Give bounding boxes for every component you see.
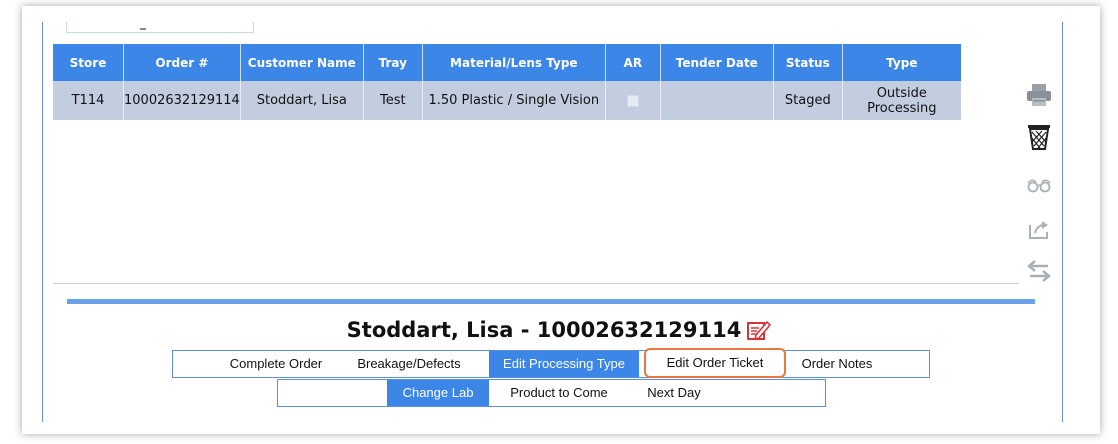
swap-icon[interactable] xyxy=(1024,256,1054,286)
edit-processing-type-button[interactable]: Edit Processing Type xyxy=(489,351,639,377)
cell-material: 1.50 Plastic / Single Vision xyxy=(422,81,606,120)
left-border-line xyxy=(42,22,43,422)
col-tray[interactable]: Tray xyxy=(363,44,423,81)
col-ar[interactable]: AR xyxy=(605,44,661,81)
section-divider-bar xyxy=(67,299,1035,304)
breakage-defects-button[interactable]: Breakage/Defects xyxy=(349,351,469,377)
top-tab-mark xyxy=(140,28,146,30)
share-icon[interactable] xyxy=(1024,214,1054,244)
change-lab-button[interactable]: Change Lab xyxy=(387,380,489,406)
cell-customer-name: Stoddart, Lisa xyxy=(240,81,364,120)
product-to-come-button[interactable]: Product to Come xyxy=(500,380,618,406)
cell-ar xyxy=(605,81,661,120)
cell-type: Outside Processing xyxy=(842,81,961,120)
edit-order-ticket-button[interactable]: Edit Order Ticket xyxy=(644,348,786,378)
cell-order-number: 10002632129114 xyxy=(123,81,241,120)
col-material-lens-type[interactable]: Material/Lens Type xyxy=(422,44,606,81)
table-header-row: Store Order # Customer Name Tray Materia… xyxy=(53,44,961,81)
col-order-number[interactable]: Order # xyxy=(123,44,241,81)
order-title: Stoddart, Lisa - 10002632129114 xyxy=(346,318,742,342)
top-tab-remnant xyxy=(66,22,254,33)
primary-action-nav: Complete Order Breakage/Defects Edit Pro… xyxy=(172,348,930,378)
ar-checkbox[interactable] xyxy=(626,94,639,107)
grid-bottom-divider xyxy=(53,283,1019,284)
order-title-row: Stoddart, Lisa - 10002632129114 xyxy=(0,318,1118,342)
cell-tender-date xyxy=(660,81,774,120)
glasses-icon[interactable] xyxy=(1024,170,1054,200)
table-row[interactable]: T114 10002632129114 Stoddart, Lisa Test … xyxy=(53,81,961,120)
right-border-line xyxy=(1062,22,1063,422)
complete-order-button[interactable]: Complete Order xyxy=(221,351,331,377)
cell-status: Staged xyxy=(773,81,843,120)
col-tender-date[interactable]: Tender Date xyxy=(660,44,774,81)
screenshot-frame: Store Order # Customer Name Tray Materia… xyxy=(0,0,1118,444)
orders-table: Store Order # Customer Name Tray Materia… xyxy=(53,44,961,120)
col-type[interactable]: Type xyxy=(842,44,961,81)
edit-icon[interactable] xyxy=(747,319,772,341)
order-notes-button[interactable]: Order Notes xyxy=(789,351,885,377)
trash-icon[interactable] xyxy=(1024,122,1054,152)
col-status[interactable]: Status xyxy=(773,44,843,81)
cell-store: T114 xyxy=(53,81,124,120)
col-store[interactable]: Store xyxy=(53,44,124,81)
printer-icon[interactable] xyxy=(1024,80,1054,110)
next-day-button[interactable]: Next Day xyxy=(628,380,720,406)
cell-tray: Test xyxy=(363,81,423,120)
secondary-action-nav: Change Lab Product to Come Next Day xyxy=(277,379,826,407)
col-customer-name[interactable]: Customer Name xyxy=(240,44,364,81)
